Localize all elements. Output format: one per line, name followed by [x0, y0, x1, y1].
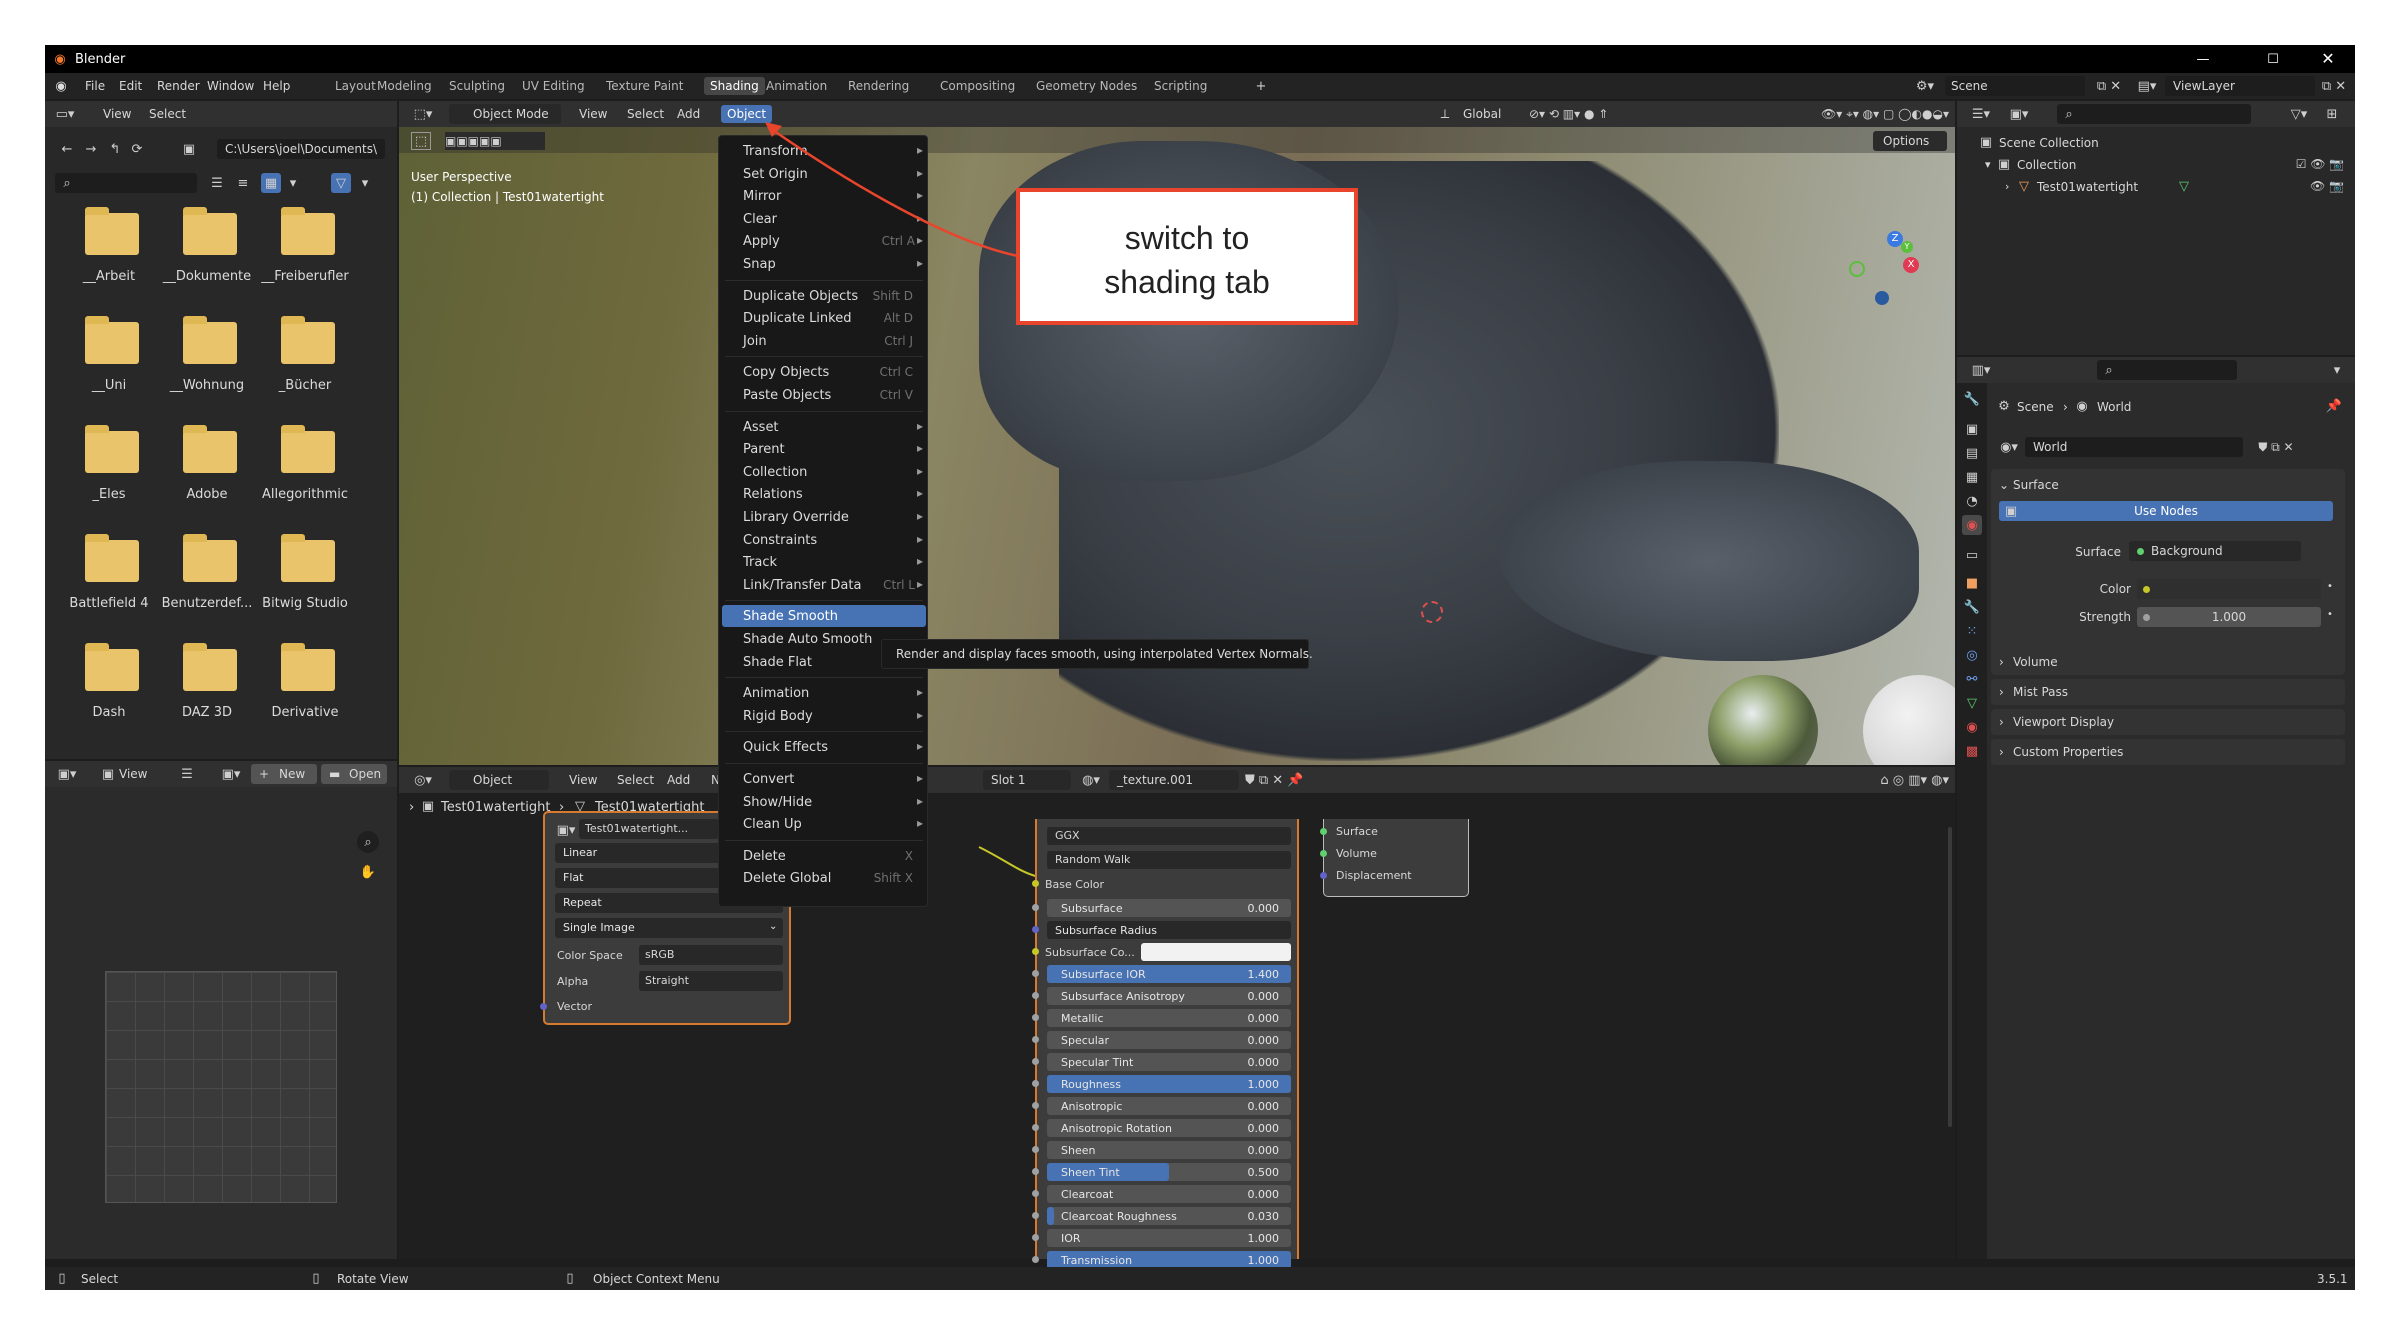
annotation-callout: switch to shading tab [1016, 188, 1358, 325]
callout-text-line2: shading tab [1104, 264, 1270, 300]
callout-text-line1: switch to [1124, 220, 1250, 256]
